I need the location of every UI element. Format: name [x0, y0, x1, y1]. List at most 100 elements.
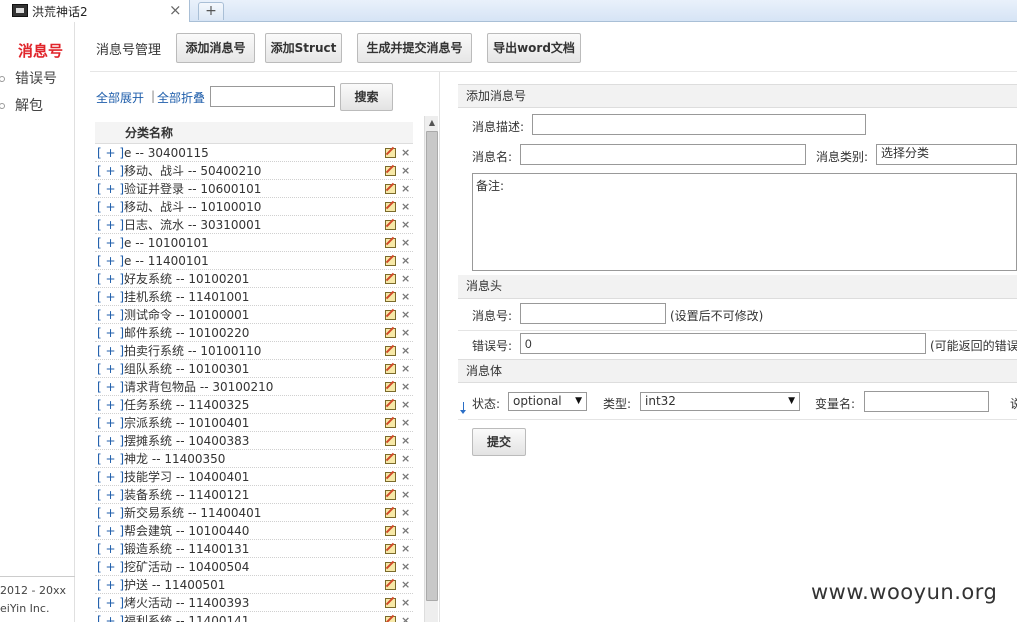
edit-icon[interactable] [385, 346, 396, 356]
expand-toggle[interactable]: [ + ] [95, 236, 124, 250]
edit-icon[interactable] [385, 364, 396, 374]
delete-icon[interactable]: × [401, 540, 410, 558]
type-select[interactable]: int32 ▼ [640, 392, 800, 411]
expand-toggle[interactable]: [ + ] [95, 542, 124, 556]
delete-icon[interactable]: × [401, 432, 410, 450]
tree-row[interactable]: [ + ]e -- 30400115 × [95, 144, 413, 162]
tree-row-label[interactable]: 装备系统 -- 11400121 [124, 488, 249, 502]
expand-toggle[interactable]: [ + ] [95, 218, 124, 232]
edit-icon[interactable] [385, 544, 396, 554]
expand-toggle[interactable]: [ + ] [95, 200, 124, 214]
expand-toggle[interactable]: [ + ] [95, 362, 124, 376]
collapse-all-link[interactable]: 全部折叠 [157, 89, 205, 106]
tree-row-label[interactable]: 挖矿活动 -- 10400504 [124, 560, 249, 574]
expand-toggle[interactable]: [ + ] [95, 470, 124, 484]
expand-toggle[interactable]: [ + ] [95, 614, 124, 622]
expand-toggle[interactable]: [ + ] [95, 254, 124, 268]
edit-icon[interactable] [385, 238, 396, 248]
edit-icon[interactable] [385, 292, 396, 302]
expand-toggle[interactable]: [ + ] [95, 524, 124, 538]
state-select[interactable]: optional ▼ [508, 392, 587, 411]
tree-row[interactable]: [ + ]福利系统 -- 11400141 × [95, 612, 413, 622]
tree-row[interactable]: [ + ]拍卖行系统 -- 10100110 × [95, 342, 413, 360]
delete-icon[interactable]: × [401, 360, 410, 378]
edit-icon[interactable] [385, 418, 396, 428]
browser-tab[interactable]: 洪荒神话2 × [0, 0, 190, 22]
edit-icon[interactable] [385, 598, 396, 608]
delete-icon[interactable]: × [401, 198, 410, 216]
tree-row[interactable]: [ + ]宗派系统 -- 10100401 × [95, 414, 413, 432]
delete-icon[interactable]: × [401, 270, 410, 288]
edit-icon[interactable] [385, 436, 396, 446]
edit-icon[interactable] [385, 310, 396, 320]
tree-row-label[interactable]: 护送 -- 11400501 [124, 578, 225, 592]
tree-row-label[interactable]: 福利系统 -- 11400141 [124, 614, 249, 622]
tree-row[interactable]: [ + ]测试命令 -- 10100001 × [95, 306, 413, 324]
close-icon[interactable]: × [169, 1, 182, 19]
edit-icon[interactable] [385, 472, 396, 482]
expand-toggle[interactable]: [ + ] [95, 182, 124, 196]
delete-icon[interactable]: × [401, 612, 410, 622]
tree-row[interactable]: [ + ]e -- 11400101 × [95, 252, 413, 270]
nav-item-message-no[interactable]: 消息号 [18, 40, 63, 61]
tree-row-label[interactable]: 拍卖行系统 -- 10100110 [124, 344, 261, 358]
tree-row[interactable]: [ + ]神龙 -- 11400350 × [95, 450, 413, 468]
edit-icon[interactable] [385, 562, 396, 572]
edit-icon[interactable] [385, 328, 396, 338]
tree-row[interactable]: [ + ]组队系统 -- 10100301 × [95, 360, 413, 378]
tree-row-label[interactable]: 移动、战斗 -- 50400210 [124, 164, 261, 178]
expand-toggle[interactable]: [ + ] [95, 398, 124, 412]
delete-icon[interactable]: × [401, 180, 410, 198]
expand-toggle[interactable]: [ + ] [95, 596, 124, 610]
tree-row[interactable]: [ + ]请求背包物品 -- 30100210 × [95, 378, 413, 396]
expand-toggle[interactable]: [ + ] [95, 560, 124, 574]
expand-toggle[interactable]: [ + ] [95, 380, 124, 394]
edit-icon[interactable] [385, 580, 396, 590]
tree-row-label[interactable]: e -- 30400115 [124, 146, 209, 160]
delete-icon[interactable]: × [401, 486, 410, 504]
tree-row-label[interactable]: 测试命令 -- 10100001 [124, 308, 249, 322]
nav-item-error-no[interactable]: 错误号 [0, 68, 57, 88]
delete-icon[interactable]: × [401, 522, 410, 540]
export-word-button[interactable]: 导出word文档 [487, 33, 581, 63]
edit-icon[interactable] [385, 400, 396, 410]
delete-icon[interactable]: × [401, 594, 410, 612]
submit-button[interactable]: 提交 [472, 428, 526, 456]
tree-row-label[interactable]: 挂机系统 -- 11401001 [124, 290, 249, 304]
tree-row[interactable]: [ + ]邮件系统 -- 10100220 × [95, 324, 413, 342]
tree-row[interactable]: [ + ]好友系统 -- 10100201 × [95, 270, 413, 288]
tree-row[interactable]: [ + ]新交易系统 -- 11400401 × [95, 504, 413, 522]
tree-row-label[interactable]: 请求背包物品 -- 30100210 [124, 380, 273, 394]
add-message-button[interactable]: 添加消息号 [176, 33, 255, 63]
tree-row-label[interactable]: 锻造系统 -- 11400131 [124, 542, 249, 556]
tree-row[interactable]: [ + ]护送 -- 11400501 × [95, 576, 413, 594]
add-struct-button[interactable]: 添加Struct [265, 33, 342, 63]
edit-icon[interactable] [385, 508, 396, 518]
edit-icon[interactable] [385, 454, 396, 464]
edit-icon[interactable] [385, 274, 396, 284]
tree-row[interactable]: [ + ]挂机系统 -- 11401001 × [95, 288, 413, 306]
tree-row[interactable]: [ + ]烤火活动 -- 11400393 × [95, 594, 413, 612]
tree-row[interactable]: [ + ]摆摊系统 -- 10400383 × [95, 432, 413, 450]
tree-row[interactable]: [ + ]验证并登录 -- 10600101 × [95, 180, 413, 198]
msgno-input[interactable] [520, 303, 666, 324]
tree-scrollbar[interactable]: ▲ [424, 116, 438, 622]
tree-row-label[interactable]: 烤火活动 -- 11400393 [124, 596, 249, 610]
tree-row-label[interactable]: 任务系统 -- 11400325 [124, 398, 249, 412]
edit-icon[interactable] [385, 166, 396, 176]
expand-toggle[interactable]: [ + ] [95, 506, 124, 520]
expand-toggle[interactable]: [ + ] [95, 326, 124, 340]
generate-submit-button[interactable]: 生成并提交消息号 [357, 33, 472, 63]
delete-icon[interactable]: × [401, 558, 410, 576]
tree-row-label[interactable]: e -- 11400101 [124, 254, 209, 268]
expand-toggle[interactable]: [ + ] [95, 290, 124, 304]
tree-row-label[interactable]: 好友系统 -- 10100201 [124, 272, 249, 286]
tree-row[interactable]: [ + ]移动、战斗 -- 10100010 × [95, 198, 413, 216]
expand-toggle[interactable]: [ + ] [95, 488, 124, 502]
name-input[interactable] [520, 144, 806, 165]
expand-toggle[interactable]: [ + ] [95, 164, 124, 178]
tree-row[interactable]: [ + ]e -- 10100101 × [95, 234, 413, 252]
arrow-down-icon[interactable] [460, 400, 468, 416]
delete-icon[interactable]: × [401, 324, 410, 342]
delete-icon[interactable]: × [401, 144, 410, 162]
